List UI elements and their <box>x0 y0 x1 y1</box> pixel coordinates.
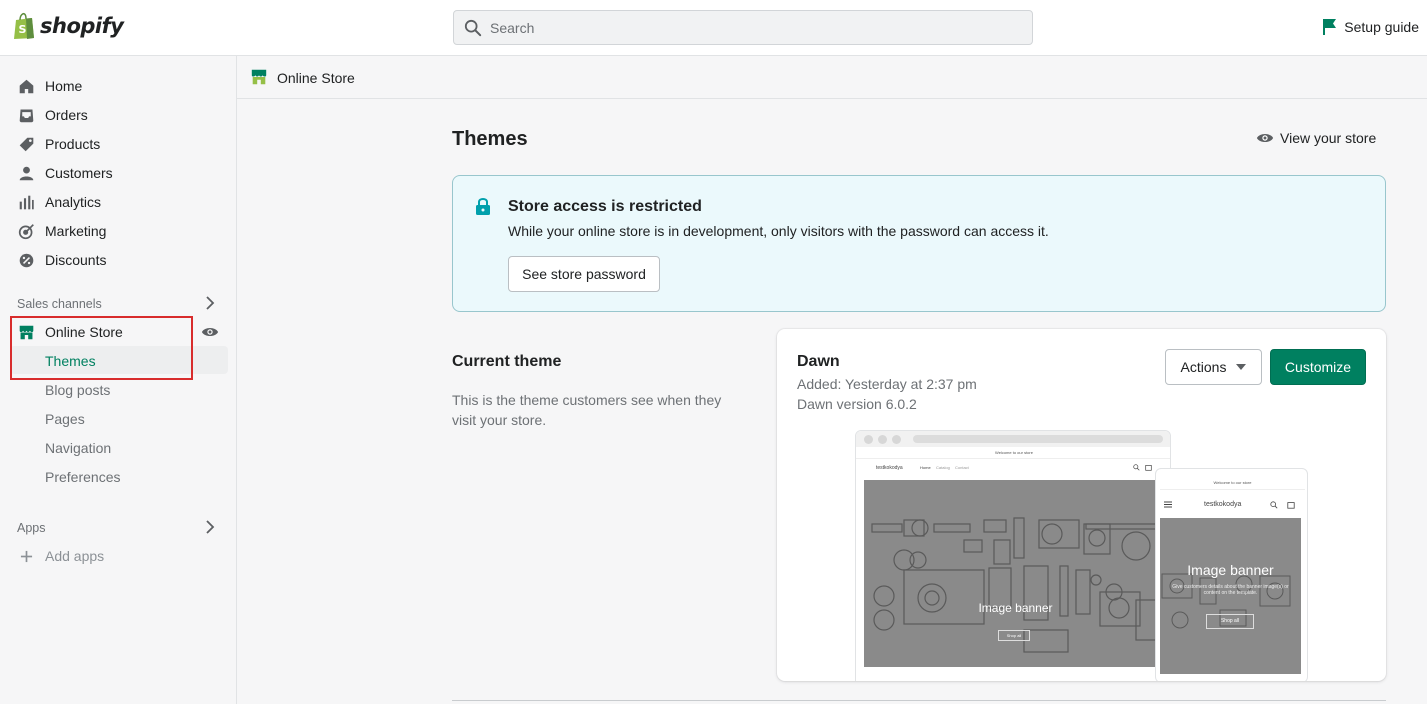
shopify-logo[interactable]: S shopify <box>12 12 124 40</box>
sidebar-item-analytics[interactable]: Analytics <box>18 192 101 212</box>
preview-banner-subtext: Give customers details about the banner … <box>1172 584 1289 596</box>
flatlay-illustration <box>1161 573 1291 629</box>
mobile-theme-preview: Welcome to our store testkokodya Image b… <box>1155 468 1308 681</box>
person-icon <box>18 165 35 182</box>
sidebar-item-marketing[interactable]: Marketing <box>18 221 106 241</box>
apps-label: Apps <box>17 521 46 535</box>
search-bar[interactable] <box>453 10 1033 45</box>
banner-text: While your online store is in developmen… <box>508 223 1049 239</box>
chevron-right-icon[interactable] <box>203 296 217 310</box>
eye-icon <box>1256 133 1274 143</box>
highlight-annotation-box <box>10 316 193 380</box>
tag-icon <box>18 136 35 153</box>
sidebar-sub-preferences[interactable]: Preferences <box>45 469 120 485</box>
storefront-icon <box>250 68 268 89</box>
preview-banner-title: Image banner <box>978 601 1053 615</box>
flag-icon <box>1323 19 1337 35</box>
preview-announcement: Welcome to our store <box>1160 476 1305 490</box>
sidebar-item-label: Orders <box>45 107 88 123</box>
sidebar-item-products[interactable]: Products <box>18 134 100 154</box>
preview-shop-all-button: Shop all <box>1206 614 1254 629</box>
search-icon <box>464 19 482 36</box>
caret-down-icon <box>1236 364 1247 370</box>
cart-icon <box>1145 465 1152 471</box>
setup-guide-link[interactable]: Setup guide <box>1322 18 1419 36</box>
preview-header: testkokodya Home Catalog Contact <box>856 459 1170 479</box>
sidebar-item-label: Add apps <box>45 548 105 564</box>
url-bar <box>913 435 1163 443</box>
breadcrumb-bar: Online Store <box>237 56 1427 99</box>
sidebar-item-label: Analytics <box>45 194 102 210</box>
menu-icon <box>1164 501 1172 508</box>
preview-shop-all-button: Shop all <box>998 630 1030 641</box>
discount-icon <box>18 252 35 269</box>
view-store-label: View your store <box>1280 130 1377 146</box>
store-restricted-banner: Store access is restricted While your on… <box>452 175 1386 312</box>
current-theme-description: This is the theme customers see when the… <box>452 392 722 428</box>
brand-name: shopify <box>40 14 124 38</box>
sidebar-item-label: Products <box>45 136 101 152</box>
view-store-link[interactable]: View your store <box>1256 130 1376 146</box>
browser-chrome <box>856 431 1170 447</box>
sidebar-item-orders[interactable]: Orders <box>18 105 88 125</box>
svg-text:S: S <box>19 23 27 36</box>
sidebar-sub-pages[interactable]: Pages <box>45 411 85 427</box>
sidebar-sub-navigation[interactable]: Navigation <box>45 440 111 456</box>
theme-added-date: Added: Yesterday at 2:37 pm <box>797 376 977 392</box>
eye-icon[interactable] <box>201 325 219 339</box>
preview-image-banner: Image banner Shop all <box>864 480 1167 667</box>
sidebar-item-home[interactable]: Home <box>18 76 82 96</box>
chevron-right-icon[interactable] <box>203 520 217 534</box>
top-bar: S shopify Setup guide <box>0 0 1427 56</box>
sidebar: Home Orders Products Customers Analytics… <box>0 56 237 704</box>
preview-store-name: testkokodya <box>876 465 903 471</box>
sidebar-item-label: Marketing <box>45 223 107 239</box>
sidebar-item-discounts[interactable]: Discounts <box>18 250 106 270</box>
setup-guide-label: Setup guide <box>1344 19 1419 35</box>
actions-dropdown-button[interactable]: Actions <box>1165 349 1262 385</box>
sales-channels-label: Sales channels <box>17 297 102 311</box>
desktop-theme-preview: Welcome to our store testkokodya Home Ca… <box>855 430 1171 681</box>
current-theme-heading: Current theme <box>452 353 562 370</box>
actions-label: Actions <box>1180 359 1227 375</box>
sidebar-item-label: Discounts <box>45 252 107 268</box>
preview-announcement: Welcome to our store <box>856 447 1170 459</box>
section-divider <box>452 700 1386 701</box>
customize-button[interactable]: Customize <box>1270 349 1366 385</box>
shopify-bag-icon: S <box>14 13 34 39</box>
orders-icon <box>18 107 35 124</box>
banner-title: Store access is restricted <box>508 198 702 215</box>
theme-name: Dawn <box>797 353 840 370</box>
page-title: Themes <box>452 128 528 150</box>
sidebar-item-label: Home <box>45 78 83 94</box>
preview-banner-title: Image banner <box>1187 562 1274 578</box>
preview-image-banner: Image banner Give customers details abou… <box>1160 518 1301 674</box>
preview-store-name: testkokodya <box>1204 501 1242 508</box>
sidebar-item-label: Customers <box>45 165 113 181</box>
bar-chart-icon <box>18 194 35 211</box>
sidebar-item-add-apps[interactable]: Add apps <box>18 546 104 566</box>
home-icon <box>18 78 35 95</box>
sidebar-sub-blog-posts[interactable]: Blog posts <box>45 382 110 398</box>
window-dot <box>864 435 873 444</box>
window-dot <box>892 435 901 444</box>
target-icon <box>18 223 35 240</box>
window-dot <box>878 435 887 444</box>
plus-icon <box>18 548 35 565</box>
lock-icon <box>475 197 491 218</box>
preview-nav-link: Contact <box>955 465 969 470</box>
preview-nav-link: Home <box>920 465 931 470</box>
theme-version: Dawn version 6.0.2 <box>797 396 917 412</box>
search-icon <box>1270 501 1278 509</box>
preview-nav-link: Catalog <box>936 465 950 470</box>
cart-icon <box>1287 502 1295 509</box>
current-theme-card: Dawn Added: Yesterday at 2:37 pm Dawn ve… <box>777 329 1386 681</box>
preview-header: testkokodya <box>1156 493 1307 517</box>
search-input[interactable] <box>490 19 990 36</box>
sidebar-item-customers[interactable]: Customers <box>18 163 113 183</box>
see-store-password-button[interactable]: See store password <box>508 256 660 292</box>
breadcrumb-title: Online Store <box>277 70 355 86</box>
search-icon <box>1133 464 1140 471</box>
